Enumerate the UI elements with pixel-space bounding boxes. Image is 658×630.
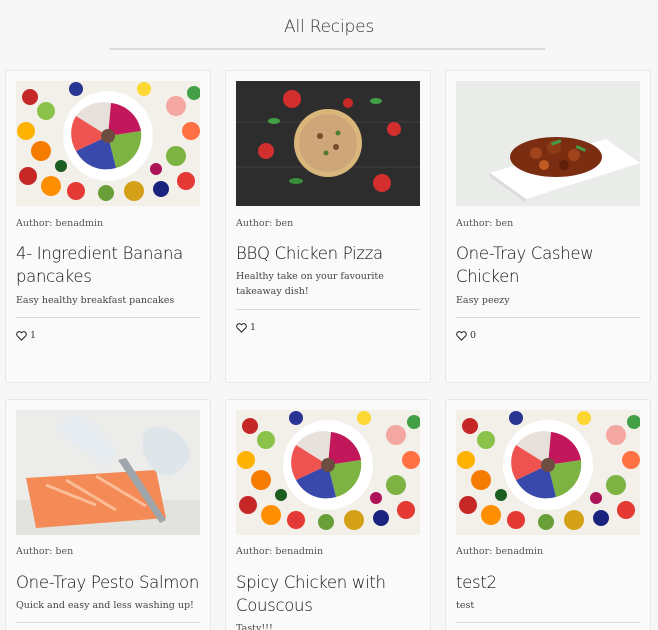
recipe-description: Tasty!!! xyxy=(236,623,273,630)
recipe-card[interactable]: Author: ben One-Tray Cashew Chicken Easy… xyxy=(445,70,651,383)
recipe-image[interactable] xyxy=(456,410,640,535)
recipe-image[interactable] xyxy=(456,81,640,206)
recipe-title[interactable]: 4- Ingredient Banana pancakes xyxy=(16,242,204,288)
recipe-card[interactable]: Author: benadmin test2 test xyxy=(445,399,651,630)
card-divider xyxy=(236,309,420,310)
heart-icon xyxy=(456,331,467,341)
recipe-card[interactable]: Author: ben One-Tray Pesto Salmon Quick … xyxy=(5,399,211,630)
recipe-description: test xyxy=(456,600,475,611)
like-button[interactable]: 1 xyxy=(236,322,256,333)
recipe-author: Author: benadmin xyxy=(456,546,544,557)
recipe-card[interactable]: Author: ben BBQ Chicken Pizza Healthy ta… xyxy=(225,70,431,383)
recipe-title[interactable]: BBQ Chicken Pizza xyxy=(236,242,424,265)
heart-icon xyxy=(16,331,27,341)
recipe-description: Easy healthy breakfast pancakes xyxy=(16,295,175,306)
recipe-image[interactable] xyxy=(16,81,200,206)
recipe-card[interactable]: Author: benadmin Spicy Chicken with Cous… xyxy=(225,399,431,630)
recipe-image[interactable] xyxy=(236,410,420,535)
like-button[interactable]: 0 xyxy=(456,330,476,341)
card-divider xyxy=(16,317,200,318)
card-divider xyxy=(16,622,200,623)
recipe-title[interactable]: Spicy Chicken with Couscous xyxy=(236,571,424,617)
page-header: All Recipes xyxy=(0,0,658,60)
recipe-title[interactable]: One-Tray Cashew Chicken xyxy=(456,242,644,288)
recipe-description: Healthy take on your favourite takeaway … xyxy=(236,271,384,297)
like-count: 1 xyxy=(250,322,257,333)
title-underline xyxy=(110,48,545,50)
like-button[interactable]: 1 xyxy=(16,330,36,341)
like-count: 1 xyxy=(30,330,37,341)
card-divider xyxy=(456,622,640,623)
card-divider xyxy=(456,317,640,318)
recipe-author: Author: benadmin xyxy=(16,218,104,229)
recipe-author: Author: ben xyxy=(16,546,74,557)
recipe-author: Author: benadmin xyxy=(236,546,324,557)
recipe-title[interactable]: One-Tray Pesto Salmon xyxy=(16,571,204,594)
heart-icon xyxy=(236,323,247,333)
like-count: 0 xyxy=(470,330,477,341)
recipe-description: Quick and easy and less washing up! xyxy=(16,600,194,611)
recipe-author: Author: ben xyxy=(236,218,294,229)
recipe-title[interactable]: test2 xyxy=(456,571,644,594)
recipe-image[interactable] xyxy=(236,81,420,206)
recipe-card[interactable]: Author: benadmin 4- Ingredient Banana pa… xyxy=(5,70,211,383)
recipe-description: Easy peezy xyxy=(456,295,510,306)
recipe-image[interactable] xyxy=(16,410,200,535)
recipe-author: Author: ben xyxy=(456,218,514,229)
page-title: All Recipes xyxy=(284,17,374,37)
